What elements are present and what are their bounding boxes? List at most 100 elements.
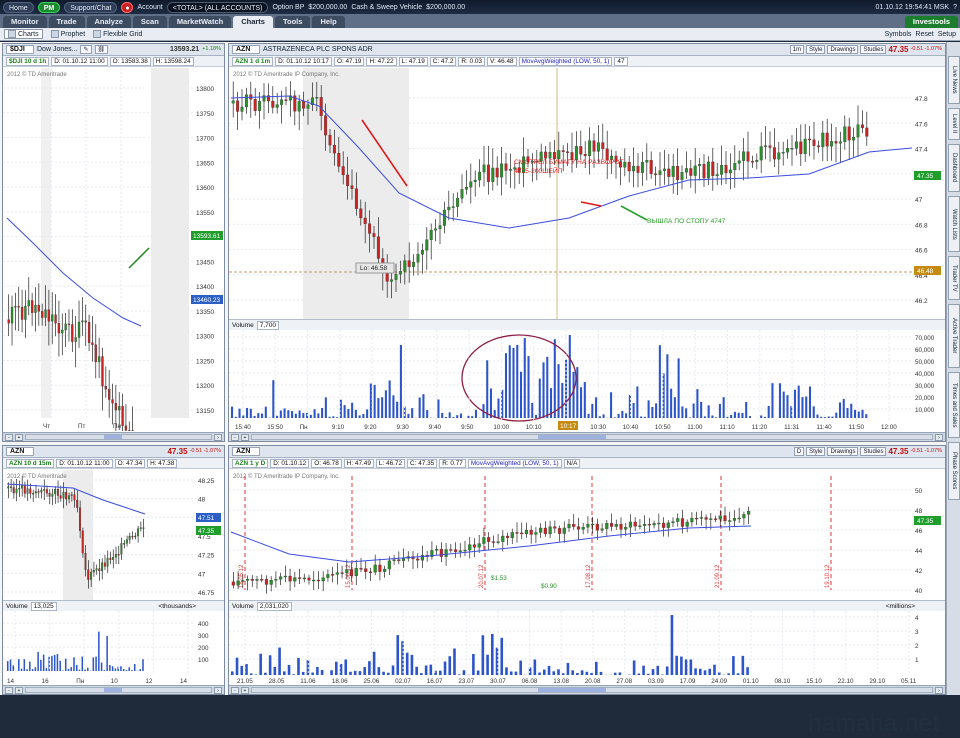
scroll-track[interactable] — [251, 434, 933, 440]
x-tick-label: 9:20 — [364, 424, 377, 431]
zoom-in-icon[interactable]: + — [241, 434, 249, 441]
timeframe-label[interactable]: $DJI 10 d 1h — [6, 57, 49, 66]
study-label[interactable]: MovAvgWeighted (LOW, 50, 1) — [468, 459, 562, 468]
symbol-input[interactable]: AZN — [232, 45, 260, 54]
scroll-track[interactable] — [25, 434, 212, 440]
volume-bar — [648, 400, 650, 418]
tab-monitor[interactable]: Monitor — [3, 16, 47, 28]
volume-bar — [726, 417, 728, 418]
tab-charts[interactable]: Charts — [233, 16, 273, 28]
account-select[interactable]: <TOTAL> (ALL ACCOUNTS) — [167, 2, 269, 13]
sidebar-tab-active-trader[interactable]: Active Trader — [948, 304, 960, 368]
candle-body — [43, 489, 45, 490]
sidebar-tab-times-sales[interactable]: Times and Sales — [948, 372, 960, 438]
zoom-out-icon[interactable]: - — [231, 687, 239, 694]
symbol-input[interactable]: AZN — [6, 447, 34, 456]
candle-body — [648, 524, 651, 525]
zoom-in-icon[interactable]: + — [241, 687, 249, 694]
scroll-right-icon[interactable]: › — [935, 434, 943, 441]
scroll-track[interactable] — [251, 687, 933, 693]
style-button[interactable]: Style — [806, 45, 825, 54]
studies-button[interactable]: Studies — [860, 45, 886, 54]
drawing-tool-icon[interactable]: ✎ — [80, 45, 91, 54]
azn-15m-volume-chart[interactable]: 4003002001001416Пн101214 — [3, 611, 224, 685]
setup-button[interactable]: Setup — [938, 31, 956, 38]
style-button[interactable]: Style — [806, 447, 825, 456]
azn-1m-price-chart[interactable]: 47.847.647.447.24746.846.646.446.22012 ©… — [229, 68, 945, 319]
symbols-button[interactable]: Symbols — [885, 31, 912, 38]
volume-bar — [467, 416, 469, 418]
sidebar-tab-watch-lists[interactable]: Watch Lists — [948, 196, 960, 252]
candle-body — [143, 528, 145, 529]
symbol-input[interactable]: $DJI — [6, 45, 34, 54]
subtab-prophet[interactable]: Prophet — [51, 30, 86, 38]
zoom-in-icon[interactable]: + — [15, 687, 23, 694]
pm-button[interactable]: PM — [38, 2, 61, 13]
x-tick-label: 03.09 — [648, 678, 664, 685]
azn-15m-price-chart[interactable]: 48.254847.7547.547.254746.752012 © TD Am… — [3, 470, 224, 600]
zoom-out-icon[interactable]: - — [5, 434, 13, 441]
candle-body — [46, 489, 48, 493]
timeframe-label[interactable]: AZN 1 y D — [232, 459, 268, 468]
volume-bar — [396, 635, 399, 675]
volume-bar — [259, 654, 262, 675]
scroll-right-icon[interactable]: › — [214, 687, 222, 694]
link-icon[interactable]: ⛓ — [95, 45, 109, 54]
study-label[interactable]: MovAvgWeighted (LOW, 50, 1) — [519, 57, 613, 66]
alert-icon[interactable]: ● — [121, 2, 133, 13]
tab-analyze[interactable]: Analyze — [87, 16, 131, 28]
volume-bar — [445, 417, 447, 418]
drawings-button[interactable]: Drawings — [827, 447, 858, 456]
volume-bar — [441, 413, 443, 418]
volume-bar — [255, 674, 258, 675]
tab-trade[interactable]: Trade — [49, 16, 85, 28]
timeframe-label[interactable]: AZN 10 d 15m — [6, 459, 54, 468]
dji-scrollbar[interactable]: -+ › — [3, 432, 224, 441]
sidebar-tab-phase-scores[interactable]: Phase Scores — [948, 442, 960, 500]
subtab-charts[interactable]: Charts — [4, 29, 43, 39]
candle-body — [24, 485, 26, 493]
azn-15m-scrollbar[interactable]: -+ › — [3, 685, 224, 694]
period-select[interactable]: 1m — [790, 45, 804, 54]
tab-help[interactable]: Help — [312, 16, 344, 28]
tab-tools[interactable]: Tools — [275, 16, 310, 28]
azn-daily-volume-chart[interactable]: 432121.0528.0511.0618.0625.0602.0716.072… — [229, 611, 945, 685]
period-select[interactable]: D — [794, 447, 804, 456]
sidebar-tab-dashboard[interactable]: Dashboard — [948, 144, 960, 192]
azn-1m-volume-chart[interactable]: 70,00060,00050,00040,00030,00020,00010,0… — [229, 330, 945, 431]
zoom-out-icon[interactable]: - — [231, 434, 239, 441]
help-icon[interactable]: ? — [953, 4, 957, 11]
zoom-out-icon[interactable]: - — [5, 687, 13, 694]
y-tick-label: 30,000 — [915, 383, 935, 390]
azn-daily-scrollbar[interactable]: -+ › — [229, 685, 945, 694]
sidebar-tab-live-news[interactable]: Live News — [948, 56, 960, 104]
panel-header-dji: $DJI Dow Jones... ✎ ⛓ 13593.21 +1.18% — [3, 44, 224, 56]
dji-price-chart[interactable]: 1380013750137001365013600135501350013450… — [3, 68, 224, 431]
subtab-flexible-grid[interactable]: Flexible Grid — [93, 30, 142, 38]
candle-body — [52, 494, 54, 497]
home-button[interactable]: Home — [3, 2, 34, 13]
tab-scan[interactable]: Scan — [133, 16, 167, 28]
zoom-in-icon[interactable]: + — [15, 434, 23, 441]
candle-body — [29, 489, 31, 494]
reset-button[interactable]: Reset — [915, 31, 933, 38]
investools-logo[interactable]: Investools — [905, 16, 958, 28]
azn-daily-price-chart[interactable]: 5048464442402012 © TD Ameritrade IP Comp… — [229, 470, 945, 600]
symbol-input[interactable]: AZN — [232, 447, 260, 456]
scroll-right-icon[interactable]: › — [935, 687, 943, 694]
azn-1m-scrollbar[interactable]: -+ › — [229, 432, 945, 441]
annotation-green: ВЫШЛА ПО СТОПУ 4747 — [647, 218, 726, 225]
scroll-track[interactable] — [25, 687, 212, 693]
sidebar-tab-trader-tv[interactable]: Trader TV — [948, 256, 960, 300]
volume-bar — [13, 665, 15, 671]
candle-body — [681, 518, 684, 526]
drawings-button[interactable]: Drawings — [827, 45, 858, 54]
scroll-right-icon[interactable]: › — [214, 434, 222, 441]
tab-marketwatch[interactable]: MarketWatch — [169, 16, 231, 28]
sidebar-tab-level-ii[interactable]: Level II — [948, 108, 960, 140]
candle-body — [469, 182, 472, 188]
candle-body — [662, 523, 665, 528]
studies-button[interactable]: Studies — [860, 447, 886, 456]
timeframe-label[interactable]: AZN 1 d 1m — [232, 57, 273, 66]
support-chat-button[interactable]: Support/Chat — [64, 2, 117, 13]
